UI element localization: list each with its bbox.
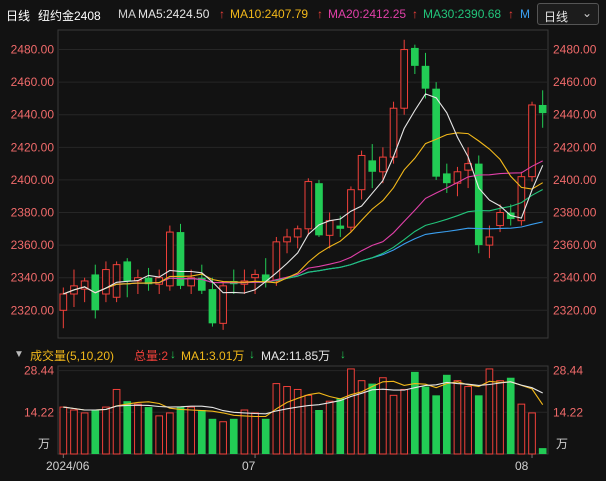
price-tick-label-right: 2380.00 bbox=[553, 206, 597, 220]
price-tick-label-left: 2380.00 bbox=[11, 206, 55, 220]
volume-bar-down bbox=[208, 418, 217, 454]
price-tick-label-left: 2400.00 bbox=[11, 173, 55, 187]
x-label-jul: 07 bbox=[242, 459, 256, 473]
volume-bar-up bbox=[59, 406, 68, 455]
volume-tick-label-left: 14.22 bbox=[24, 405, 54, 419]
volume-bar-up bbox=[240, 409, 249, 455]
volume-bar-down bbox=[506, 377, 515, 454]
ma5-line bbox=[63, 93, 544, 295]
volume-bar-up bbox=[283, 386, 291, 455]
price-tick-label-right: 2320.00 bbox=[553, 303, 597, 317]
volume-bar-down bbox=[442, 374, 451, 454]
candle-up bbox=[347, 189, 355, 228]
price-tick-label-left: 2480.00 bbox=[11, 43, 55, 57]
chart-window: { "header": { "period": "日线", "symbol": … bbox=[0, 0, 606, 481]
volume-bar-up bbox=[102, 406, 110, 455]
x-label-aug: 08 bbox=[515, 459, 529, 473]
volume-bar-up bbox=[219, 421, 227, 455]
price-tick-label-left: 2440.00 bbox=[11, 108, 55, 122]
volume-bar-up bbox=[134, 403, 142, 455]
volume-bar-down bbox=[229, 418, 238, 454]
candle-up bbox=[496, 212, 504, 227]
candle-up bbox=[59, 293, 68, 311]
price-tick-label-right: 2420.00 bbox=[553, 140, 597, 154]
volume-bar-down bbox=[432, 395, 440, 454]
price-tick-label-left: 2340.00 bbox=[11, 271, 55, 285]
candle-up bbox=[400, 49, 409, 109]
volume-bar-down bbox=[123, 401, 132, 454]
candle-down bbox=[538, 104, 547, 114]
volume-unit-right: 万 bbox=[556, 437, 568, 451]
ma10-line bbox=[63, 132, 543, 295]
price-tick-label-left: 2460.00 bbox=[11, 75, 55, 89]
candle-down bbox=[123, 261, 132, 281]
volume-bar-up bbox=[325, 400, 334, 455]
volume-bar-up bbox=[389, 394, 398, 455]
x-label-jun: 2024/06 bbox=[46, 459, 90, 473]
volume-bar-down bbox=[261, 418, 270, 454]
candle-up bbox=[357, 154, 366, 191]
candle-down bbox=[411, 47, 419, 66]
candle-up bbox=[517, 176, 526, 222]
volume-bar-up bbox=[400, 388, 409, 455]
candle-down bbox=[336, 225, 345, 229]
candle-down bbox=[368, 160, 377, 172]
volume-tick-label-right: 28.44 bbox=[553, 364, 583, 378]
volume-bar-up bbox=[155, 415, 164, 455]
volume-bar-up bbox=[496, 380, 504, 455]
volume-bar-up bbox=[112, 388, 121, 455]
volume-bar-down bbox=[144, 407, 153, 454]
candle-up bbox=[219, 285, 227, 324]
volume-tick-label-right: 14.22 bbox=[553, 405, 583, 419]
candle-up bbox=[304, 181, 313, 230]
volume-bar-down bbox=[91, 410, 100, 454]
volume-unit-left: 万 bbox=[38, 437, 50, 451]
candle-down bbox=[421, 65, 430, 89]
price-tick-label-left: 2360.00 bbox=[11, 238, 55, 252]
price-tick-label-right: 2480.00 bbox=[553, 43, 597, 57]
price-tick-label-left: 2320.00 bbox=[11, 303, 55, 317]
volume-bar-up bbox=[166, 412, 174, 455]
volume-bar-down bbox=[315, 410, 323, 454]
price-frame bbox=[57, 29, 549, 339]
chart-canvas[interactable]: 2480.00 2480.00 2460.00 2460.00 2440.00 2440.… bbox=[0, 0, 606, 481]
price-tick-label-right: 2440.00 bbox=[553, 108, 597, 122]
volume-tick-label-left: 28.44 bbox=[24, 364, 54, 378]
candle-down bbox=[176, 232, 185, 286]
volume-bar-down bbox=[368, 383, 377, 454]
candle-up bbox=[112, 264, 121, 298]
candle-up bbox=[293, 228, 302, 238]
candle-up bbox=[102, 269, 110, 295]
volume-bar-up bbox=[453, 380, 462, 455]
candle-up bbox=[485, 236, 494, 246]
volume-bar-up bbox=[464, 386, 472, 455]
volume-frame bbox=[57, 365, 549, 455]
volume-bar-up bbox=[528, 412, 536, 455]
price-tick-label-left: 2420.00 bbox=[11, 140, 55, 154]
volume-bar-up bbox=[80, 412, 89, 455]
candle-up bbox=[379, 156, 387, 173]
price-tick-label-right: 2340.00 bbox=[553, 271, 597, 285]
volume-bar-up bbox=[187, 406, 195, 455]
candle-up bbox=[325, 220, 334, 236]
volume-bar-down bbox=[538, 448, 547, 454]
candle-up bbox=[283, 236, 291, 243]
candle-down bbox=[442, 173, 451, 184]
volume-bar-up bbox=[347, 368, 355, 455]
volume-bar-up bbox=[70, 409, 78, 455]
volume-bar-down bbox=[336, 398, 345, 454]
price-tick-label-right: 2360.00 bbox=[553, 238, 597, 252]
candle-down bbox=[208, 289, 217, 324]
volume-bar-down bbox=[474, 395, 483, 454]
volume-bar-down bbox=[421, 386, 430, 454]
price-tick-label-right: 2400.00 bbox=[553, 173, 597, 187]
volume-bar-up bbox=[517, 403, 526, 455]
candle-up bbox=[251, 273, 259, 279]
volume-bar-up bbox=[251, 412, 259, 455]
volume-bar-down bbox=[197, 410, 206, 454]
price-tick-label-right: 2460.00 bbox=[553, 75, 597, 89]
volume-bar-up bbox=[304, 394, 313, 455]
volume-bar-up bbox=[272, 383, 281, 455]
volume-bar-down bbox=[176, 407, 185, 454]
